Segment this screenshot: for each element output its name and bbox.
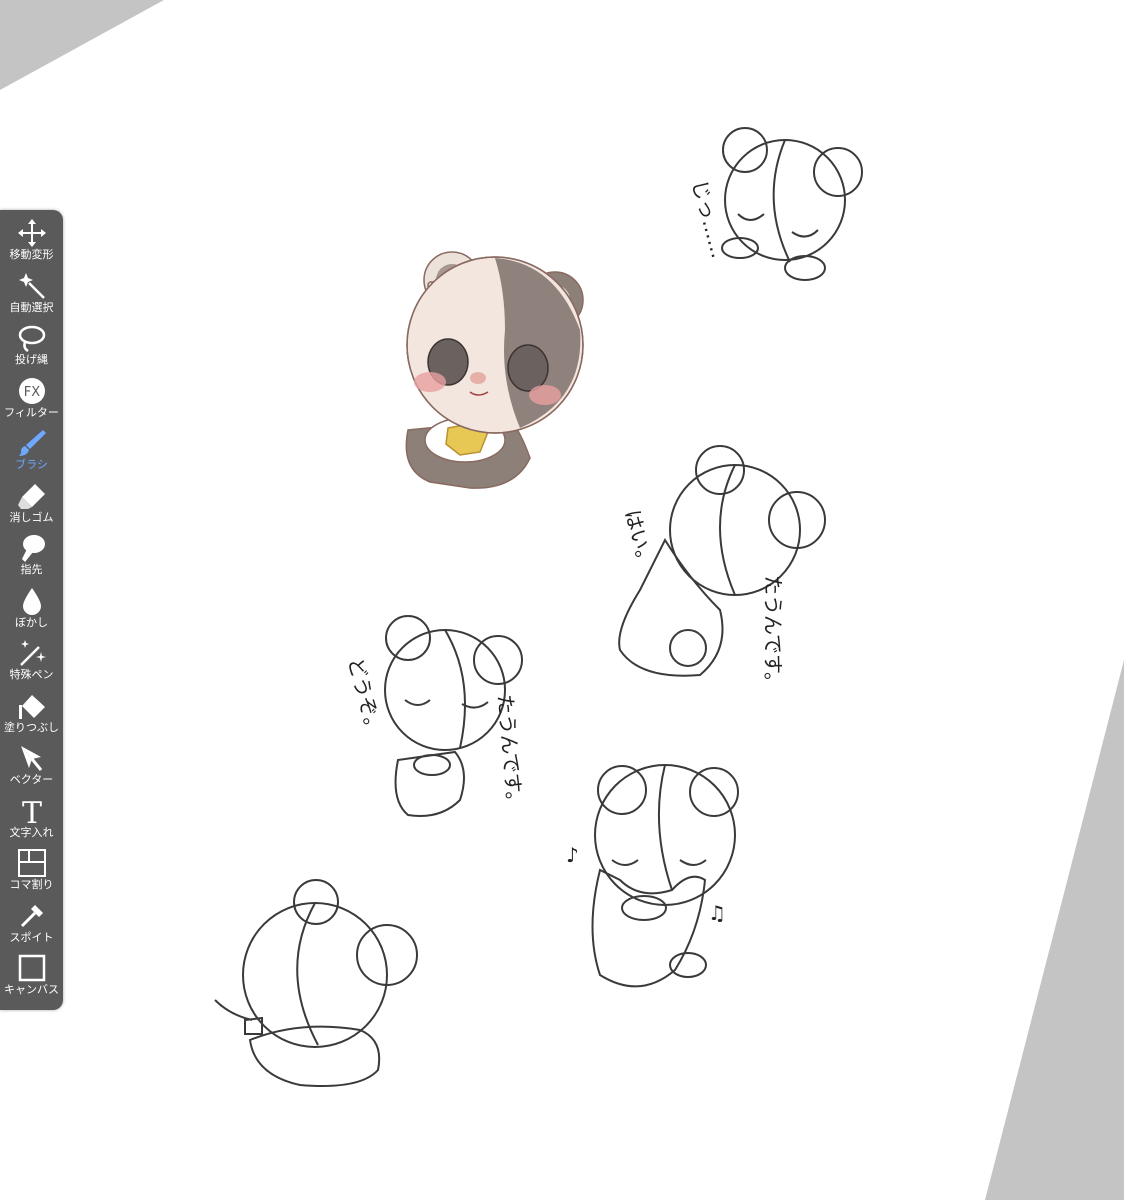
left-toolbar: 移動変形 自動選択 投げ縄 FX フィルター ブラシ 消しゴム 指先 ぼかし 特… xyxy=(0,210,63,1010)
tool-label: 消しゴム xyxy=(9,510,54,524)
canvas-square-icon xyxy=(16,953,48,983)
smudge-finger-icon xyxy=(16,533,48,563)
tool-brush[interactable]: ブラシ xyxy=(0,424,63,477)
panel-layout-icon xyxy=(16,848,48,878)
tool-label: フィルター xyxy=(4,405,59,419)
tool-lasso[interactable]: 投げ縄 xyxy=(0,319,63,372)
tool-label: 文字入れ xyxy=(9,825,54,839)
drawing-canvas[interactable]: じっ…… はい。 たうんです。 どうぞ。 たうんです。 ♪ ♫ xyxy=(0,0,1124,1200)
tool-special-pen[interactable]: 特殊ペン xyxy=(0,634,63,687)
text-taun-right: たうんです。 xyxy=(761,575,785,692)
tool-label: 移動変形 xyxy=(9,248,54,261)
tool-eyedropper[interactable]: スポイト xyxy=(0,897,63,950)
eraser-icon xyxy=(16,481,48,511)
tool-label: キャンバス xyxy=(4,983,59,996)
brush-icon xyxy=(16,428,48,458)
blur-drop-icon xyxy=(16,586,48,616)
tool-smudge[interactable]: 指先 xyxy=(0,529,63,582)
tool-move-transform[interactable]: 移動変形 xyxy=(0,214,63,267)
svg-text:FX: FX xyxy=(23,385,39,400)
tool-fill[interactable]: 塗りつぶし xyxy=(0,687,63,740)
vector-cursor-icon xyxy=(16,743,48,773)
tool-label: ぼかし xyxy=(15,615,48,629)
tool-panel-layout[interactable]: コマ割り xyxy=(0,844,63,897)
magic-wand-icon xyxy=(16,271,48,301)
fx-filter-icon: FX xyxy=(16,376,48,406)
tool-blur[interactable]: ぼかし xyxy=(0,582,63,635)
tool-canvas[interactable]: キャンバス xyxy=(0,949,63,1002)
paper-sheet xyxy=(0,0,1124,1200)
fill-bucket-icon xyxy=(16,691,48,721)
tool-label: ベクター xyxy=(9,773,54,786)
tool-label: スポイト xyxy=(9,930,54,944)
text-t-icon: T xyxy=(16,796,48,826)
tool-label: コマ割り xyxy=(9,878,54,891)
tool-auto-select[interactable]: 自動選択 xyxy=(0,267,63,320)
lasso-icon xyxy=(16,323,48,353)
tool-label: ブラシ xyxy=(15,458,48,471)
music-note-right: ♫ xyxy=(708,901,726,925)
tool-vector[interactable]: ベクター xyxy=(0,739,63,792)
svg-text:T: T xyxy=(21,796,41,826)
tool-label: 投げ縄 xyxy=(15,353,48,366)
tool-label: 指先 xyxy=(20,563,43,576)
move-transform-icon xyxy=(16,218,48,248)
special-pen-icon xyxy=(16,638,48,668)
tool-label: 自動選択 xyxy=(9,300,54,314)
tool-label: 塗りつぶし xyxy=(3,720,60,734)
tool-filter[interactable]: FX フィルター xyxy=(0,372,63,425)
eyedropper-icon xyxy=(16,901,48,931)
tool-text[interactable]: T 文字入れ xyxy=(0,792,63,845)
tool-eraser[interactable]: 消しゴム xyxy=(0,477,63,530)
tool-label: 特殊ペン xyxy=(9,668,54,681)
music-note-left: ♪ xyxy=(566,843,579,867)
